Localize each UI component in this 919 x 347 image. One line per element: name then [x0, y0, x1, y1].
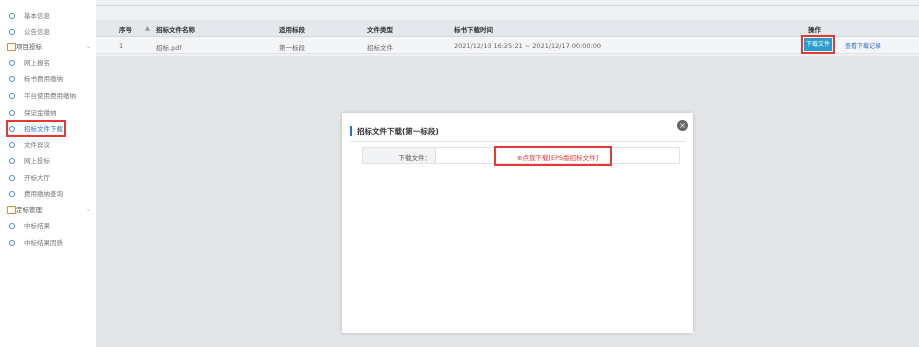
sidebar-item-basic-info[interactable]: 基本信息	[0, 9, 96, 23]
highlight-box	[494, 146, 612, 166]
sidebar-item-label: 文件异议	[24, 141, 50, 149]
sidebar-item-label: 中标结果因质	[24, 239, 63, 247]
sidebar: 基本信息 公告信息 项目投标 ⌄ 网上报名 标书费用缴纳 平台使用费用缴纳 保证…	[0, 0, 96, 347]
circle-icon	[9, 223, 15, 229]
field-label-cell: 下载文件：	[363, 148, 436, 163]
chevron-down-icon: ⌄	[86, 43, 92, 50]
sidebar-item-label: 平台使用费用缴纳	[24, 92, 76, 100]
sidebar-item-announcements[interactable]: 公告信息	[0, 25, 96, 39]
sidebar-item-platform-fee[interactable]: 平台使用费用缴纳	[0, 89, 96, 103]
highlight-box	[801, 35, 835, 54]
sidebar-item-label: 标书费用缴纳	[24, 75, 63, 83]
sidebar-item-bid-opening-hall[interactable]: 开标大厅	[0, 171, 96, 185]
circle-icon	[9, 142, 15, 148]
cell-type: 招标文件	[367, 44, 393, 52]
column-header-period: 标书下载时间	[454, 26, 493, 34]
sidebar-item-label: 基本信息	[24, 12, 50, 20]
sidebar-item-tender-fee[interactable]: 标书费用缴纳	[0, 72, 96, 86]
sort-icon[interactable]: ▲	[145, 24, 150, 32]
cell-stage: 第一标段	[279, 44, 305, 52]
column-header-type: 文件类型	[367, 26, 393, 34]
sidebar-item-online-registration[interactable]: 网上报名	[0, 56, 96, 70]
sidebar-item-label: 网上投标	[24, 157, 50, 165]
download-modal: 招标文件下载(第一标段) × 下载文件： ⊕点我下载[EPS版招标文件]	[342, 113, 693, 333]
sidebar-item-label: 网上报名	[24, 59, 50, 67]
sidebar-item-deposit[interactable]: 保证金缴纳	[0, 106, 96, 120]
circle-icon	[9, 76, 15, 82]
circle-icon	[9, 110, 15, 116]
modal-title: 招标文件下载(第一标段)	[357, 127, 439, 136]
table-row: 1 招标.pdf 第一标段 招标文件 2021/12/13 16:25:21 ~…	[96, 37, 919, 54]
sidebar-item-label: 中标结果	[24, 222, 50, 230]
folder-icon	[7, 206, 16, 214]
sidebar-item-online-bid[interactable]: 网上投标	[0, 154, 96, 168]
sidebar-group-label: 定标管理	[16, 206, 42, 214]
cell-period: 2021/12/13 16:25:21 ~ 2021/12/17 00:00:0…	[454, 42, 602, 50]
field-label: 下载文件：	[398, 154, 432, 162]
cell-name: 招标.pdf	[156, 44, 182, 52]
highlight-box	[6, 120, 66, 137]
sidebar-group-award-management[interactable]: 定标管理 ⌄	[0, 203, 96, 217]
circle-icon	[9, 29, 15, 35]
column-header-action: 操作	[808, 26, 821, 34]
sidebar-item-objection[interactable]: 文件异议	[0, 138, 96, 152]
sidebar-item-award-objection[interactable]: 中标结果因质	[0, 236, 96, 250]
sidebar-group-project-bidding[interactable]: 项目投标 ⌄	[0, 40, 96, 54]
divider	[96, 5, 919, 6]
cell-index: 1	[119, 42, 124, 50]
circle-icon	[9, 191, 15, 197]
column-header-index: 序号	[119, 26, 132, 34]
circle-icon	[9, 93, 15, 99]
circle-icon	[9, 158, 15, 164]
close-icon[interactable]: ×	[677, 120, 688, 131]
sidebar-item-award-result[interactable]: 中标结果	[0, 219, 96, 233]
sidebar-item-label: 开标大厅	[24, 174, 50, 182]
table-header: 序号 ▲ 招标文件名称 适用标段 文件类型 标书下载时间 操作	[96, 20, 919, 37]
circle-icon	[9, 175, 15, 181]
sidebar-group-label: 项目投标	[16, 43, 42, 51]
circle-icon	[9, 60, 15, 66]
circle-icon	[9, 240, 15, 246]
sidebar-item-label: 费用缴纳查询	[24, 190, 63, 198]
sidebar-item-label: 保证金缴纳	[24, 109, 57, 117]
chevron-down-icon: ⌄	[86, 206, 92, 213]
sidebar-item-label: 公告信息	[24, 28, 50, 36]
column-header-name[interactable]: 招标文件名称	[156, 24, 195, 34]
sidebar-item-fee-query[interactable]: 费用缴纳查询	[0, 187, 96, 201]
column-header-stage: 适用标段	[279, 26, 305, 34]
view-download-records-link[interactable]: 查看下载记录	[845, 41, 881, 50]
circle-icon	[9, 13, 15, 19]
divider	[350, 141, 686, 142]
folder-icon	[7, 43, 16, 51]
title-accent-bar	[350, 126, 352, 136]
